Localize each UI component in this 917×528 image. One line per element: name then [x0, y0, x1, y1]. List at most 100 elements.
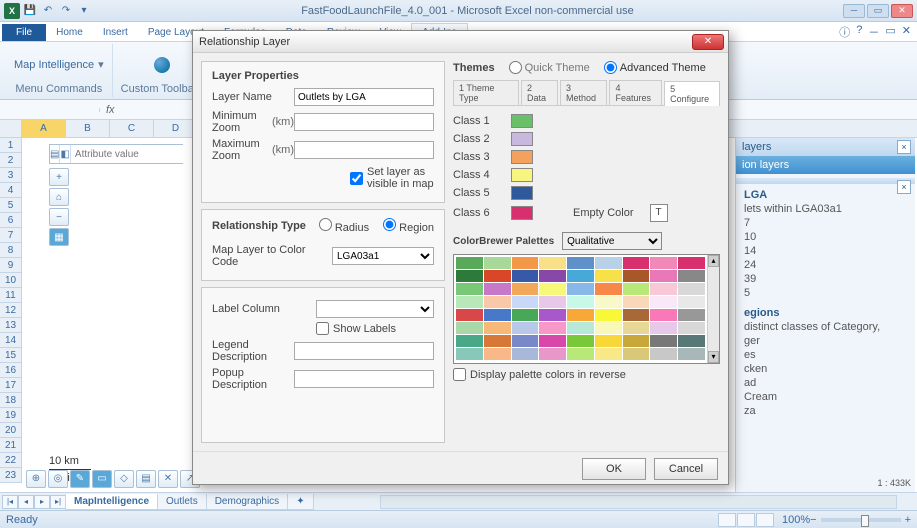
class-swatch[interactable] [511, 114, 533, 128]
palette-grid[interactable] [454, 255, 719, 362]
tool-1[interactable]: ⊕ [26, 470, 46, 488]
palette-cell[interactable] [650, 348, 677, 360]
sheet-nav-next[interactable]: ▸ [34, 495, 50, 509]
map-intelligence-menu[interactable]: Map Intelligence [14, 59, 94, 71]
min-zoom-input[interactable] [294, 113, 434, 131]
palette-cell[interactable] [595, 348, 622, 360]
palette-cell[interactable] [456, 348, 483, 360]
show-labels-checkbox[interactable] [316, 322, 329, 335]
row-header[interactable]: 8 [0, 243, 21, 258]
qat-dropdown-icon[interactable]: ▾ [76, 3, 92, 19]
row-header[interactable]: 12 [0, 303, 21, 318]
row-header[interactable]: 16 [0, 363, 21, 378]
view-layout[interactable] [737, 513, 755, 527]
palette-cell[interactable] [484, 322, 511, 334]
palette-cell[interactable] [650, 322, 677, 334]
palette-cell[interactable] [512, 322, 539, 334]
row-header[interactable]: 18 [0, 393, 21, 408]
palette-cell[interactable] [595, 270, 622, 282]
row-header[interactable]: 3 [0, 168, 21, 183]
tool-7[interactable]: ✕ [158, 470, 178, 488]
palette-cell[interactable] [567, 335, 594, 347]
cancel-button[interactable]: Cancel [654, 458, 718, 480]
palette-cell[interactable] [484, 335, 511, 347]
palette-cell[interactable] [512, 348, 539, 360]
theme-tab-5[interactable]: 5 Configure [664, 81, 720, 106]
advanced-theme-row[interactable]: Advanced Theme [604, 61, 706, 74]
radius-radio-row[interactable]: Radius [319, 218, 369, 234]
radius-radio[interactable] [319, 218, 332, 231]
row-header[interactable]: 5 [0, 198, 21, 213]
row-header[interactable]: 2 [0, 153, 21, 168]
palette-cell[interactable] [678, 270, 705, 282]
legend-desc-input[interactable] [294, 342, 434, 360]
taskpane-close-1[interactable]: × [897, 140, 911, 154]
col-header[interactable]: A [22, 120, 66, 137]
row-header[interactable]: 20 [0, 423, 21, 438]
palette-cell[interactable] [650, 309, 677, 321]
palette-cell[interactable] [456, 257, 483, 269]
palette-cell[interactable] [539, 309, 566, 321]
label-column-select[interactable] [316, 300, 434, 318]
ribbon-window-min[interactable]: － [868, 24, 879, 40]
palette-cell[interactable] [539, 322, 566, 334]
palette-scroll-down[interactable]: ▾ [708, 351, 719, 363]
theme-tab-4[interactable]: 4 Features [609, 80, 662, 105]
tool-5[interactable]: ◇ [114, 470, 134, 488]
sheet-nav-last[interactable]: ▸| [50, 495, 66, 509]
row-header[interactable]: 9 [0, 258, 21, 273]
region-radio[interactable] [383, 218, 396, 231]
palette-cell[interactable] [650, 283, 677, 295]
palette-cell[interactable] [567, 270, 594, 282]
sheet-tab-mapintel[interactable]: MapIntelligence [65, 494, 158, 510]
tab-insert[interactable]: Insert [93, 24, 138, 41]
zoom-slider[interactable]: − + [810, 514, 911, 526]
tab-home[interactable]: Home [46, 24, 93, 41]
region-radio-row[interactable]: Region [383, 218, 434, 234]
visible-checkbox[interactable] [350, 172, 363, 185]
palette-cell[interactable] [623, 296, 650, 308]
class-swatch[interactable] [511, 168, 533, 182]
palette-cell[interactable] [623, 322, 650, 334]
view-break[interactable] [756, 513, 774, 527]
row-header[interactable]: 6 [0, 213, 21, 228]
name-box[interactable] [0, 108, 100, 112]
palette-cell[interactable] [595, 335, 622, 347]
globe-icon[interactable] [154, 57, 170, 73]
restore-button[interactable]: ▭ [867, 4, 889, 18]
save-icon[interactable]: 💾 [22, 3, 38, 19]
row-header[interactable]: 23 [0, 468, 21, 483]
row-header[interactable]: 19 [0, 408, 21, 423]
quick-theme-row[interactable]: Quick Theme [509, 61, 590, 74]
palette-cell[interactable] [539, 270, 566, 282]
sheet-nav-first[interactable]: |◂ [2, 495, 18, 509]
horizontal-scrollbar[interactable] [380, 495, 897, 509]
palette-cell[interactable] [595, 283, 622, 295]
palette-cell[interactable] [456, 283, 483, 295]
theme-tab-3[interactable]: 3 Method [560, 80, 607, 105]
row-header[interactable]: 15 [0, 348, 21, 363]
palette-cell[interactable] [623, 283, 650, 295]
max-zoom-input[interactable] [294, 141, 434, 159]
filter-icon[interactable]: ◧ [60, 145, 70, 163]
palette-cell[interactable] [595, 296, 622, 308]
palette-cell[interactable] [539, 257, 566, 269]
palette-cell[interactable] [678, 322, 705, 334]
palette-cell[interactable] [484, 309, 511, 321]
palette-cell[interactable] [595, 309, 622, 321]
row-header[interactable]: 7 [0, 228, 21, 243]
layer-icon[interactable]: ▤ [50, 145, 60, 163]
zoom-in-button[interactable]: + [49, 168, 69, 186]
palette-cell[interactable] [567, 257, 594, 269]
quick-theme-radio[interactable] [509, 61, 522, 74]
palette-cell[interactable] [456, 335, 483, 347]
view-normal[interactable] [718, 513, 736, 527]
row-header[interactable]: 4 [0, 183, 21, 198]
sheet-tab-demographics[interactable]: Demographics [206, 494, 288, 510]
dialog-titlebar[interactable]: Relationship Layer ✕ [193, 31, 728, 53]
palette-cell[interactable] [567, 283, 594, 295]
dropdown-icon[interactable]: ▾ [98, 58, 104, 71]
palette-cell[interactable] [512, 270, 539, 282]
palette-cell[interactable] [623, 270, 650, 282]
row-header[interactable]: 21 [0, 438, 21, 453]
